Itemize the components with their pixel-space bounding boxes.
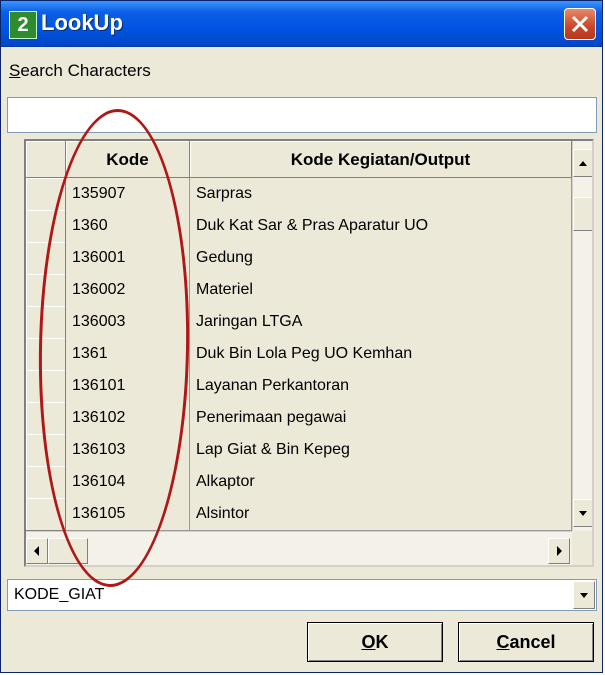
cell-kegiatan[interactable]: Sarpras xyxy=(190,178,572,211)
cell-kegiatan[interactable]: Lap Giat & Bin Kepeg xyxy=(190,434,572,467)
search-label: Search Characters xyxy=(9,61,151,80)
horizontal-scrollbar[interactable] xyxy=(26,531,572,565)
column-header-kode[interactable]: Kode xyxy=(66,141,190,178)
horizontal-scroll-thumb[interactable] xyxy=(48,538,88,564)
field-select[interactable]: KODE_GIAT xyxy=(7,579,597,611)
cell-kode[interactable]: 136103 xyxy=(66,434,190,467)
cell-kegiatan[interactable]: Jaringan LTGA xyxy=(190,306,572,339)
arrow-up-icon xyxy=(579,161,587,166)
cell-kode[interactable]: 1361 xyxy=(66,338,190,371)
cell-kegiatan[interactable]: Duk Kat Sar & Pras Aparatur UO xyxy=(190,210,572,243)
field-select-value: KODE_GIAT xyxy=(14,586,105,603)
cell-kegiatan[interactable]: Layanan Perkantoran xyxy=(190,370,572,403)
close-button[interactable] xyxy=(564,8,596,40)
close-icon xyxy=(571,15,589,33)
cell-kode[interactable]: 136102 xyxy=(66,402,190,435)
lookup-dialog: 2 LookUp Search Characters Kode Kode Keg… xyxy=(0,0,603,673)
scroll-down-button[interactable] xyxy=(573,499,592,527)
row-selector[interactable] xyxy=(26,498,66,531)
app-icon: 2 xyxy=(9,11,37,39)
cell-kegiatan[interactable]: Gedung xyxy=(190,242,572,275)
row-selector[interactable] xyxy=(26,274,66,307)
row-selector[interactable] xyxy=(26,434,66,467)
cell-kode[interactable]: 136104 xyxy=(66,466,190,499)
arrow-down-icon xyxy=(579,511,587,516)
ok-button[interactable]: OK xyxy=(307,622,443,662)
scroll-right-button[interactable] xyxy=(548,538,570,564)
scroll-up-button[interactable] xyxy=(573,149,592,177)
scroll-left-button[interactable] xyxy=(26,538,48,564)
scroll-thumb[interactable] xyxy=(573,197,592,231)
arrow-right-icon xyxy=(557,546,562,556)
cell-kode[interactable]: 136002 xyxy=(66,274,190,307)
chevron-down-icon xyxy=(580,593,588,598)
cell-kegiatan[interactable]: Duk Bin Lola Peg UO Kemhan xyxy=(190,338,572,371)
row-selector[interactable] xyxy=(26,466,66,499)
lookup-grid: Kode Kode Kegiatan/Output 135907 Sarpras 1… xyxy=(24,139,594,567)
dropdown-button[interactable] xyxy=(573,581,595,609)
row-selector[interactable] xyxy=(26,402,66,435)
row-selector-header xyxy=(26,141,66,178)
cell-kode[interactable]: 1360 xyxy=(66,210,190,243)
arrow-left-icon xyxy=(34,546,39,556)
cell-kode[interactable]: 136105 xyxy=(66,498,190,531)
column-header-kegiatan[interactable]: Kode Kegiatan/Output xyxy=(190,141,572,178)
cell-kegiatan[interactable]: Materiel xyxy=(190,274,572,307)
cell-kode[interactable]: 135907 xyxy=(66,178,190,211)
row-selector[interactable] xyxy=(26,338,66,371)
cell-kegiatan[interactable]: Alkaptor xyxy=(190,466,572,499)
row-selector[interactable] xyxy=(26,210,66,243)
row-selector[interactable] xyxy=(26,178,66,211)
cell-kegiatan[interactable]: Alsintor xyxy=(190,498,572,531)
title-bar[interactable]: 2 LookUp xyxy=(1,1,602,47)
vertical-scrollbar[interactable] xyxy=(572,141,592,531)
row-selector[interactable] xyxy=(26,370,66,403)
row-selector[interactable] xyxy=(26,306,66,339)
window-title: LookUp xyxy=(41,10,123,35)
scroll-corner xyxy=(572,531,592,565)
cell-kegiatan[interactable]: Penerimaan pegawai xyxy=(190,402,572,435)
row-selector[interactable] xyxy=(26,242,66,275)
cell-kode[interactable]: 136003 xyxy=(66,306,190,339)
cancel-button[interactable]: Cancel xyxy=(458,622,594,662)
cell-kode[interactable]: 136001 xyxy=(66,242,190,275)
search-input[interactable] xyxy=(7,97,597,133)
cell-kode[interactable]: 136101 xyxy=(66,370,190,403)
